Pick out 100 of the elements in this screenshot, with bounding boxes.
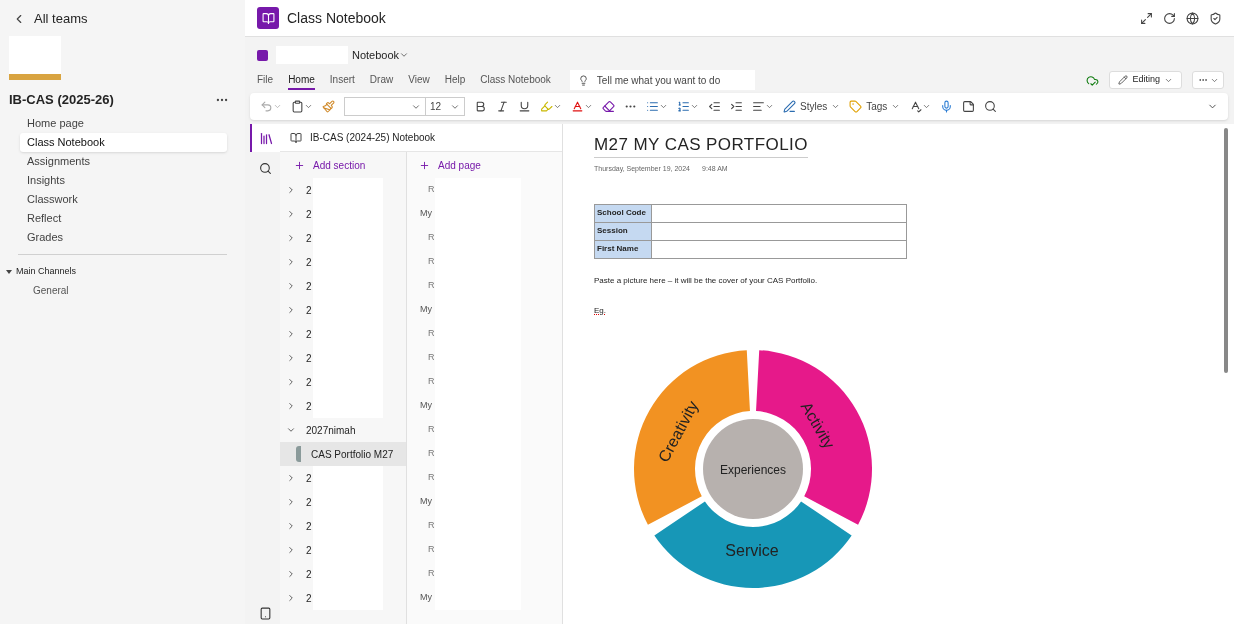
page-item[interactable]: R	[407, 250, 435, 274]
segment-label: Service	[725, 542, 779, 559]
page-item[interactable]: R	[407, 226, 435, 250]
section-item[interactable]: 2	[280, 370, 313, 394]
table-cell[interactable]	[651, 204, 907, 222]
header-title: Class Notebook	[287, 8, 386, 28]
page-item[interactable]: My	[407, 586, 435, 610]
menu-tab[interactable]: Home	[288, 70, 315, 90]
search-icon[interactable]	[984, 100, 998, 113]
sidebar-item[interactable]: Assignments	[20, 152, 227, 171]
menu-tab[interactable]: Draw	[369, 70, 394, 90]
numbered-list-icon[interactable]	[677, 100, 690, 113]
page-item[interactable]: My	[407, 298, 435, 322]
clear-formatting-icon[interactable]	[602, 100, 615, 113]
menu-tab[interactable]: Help	[444, 70, 466, 90]
tell-me-search-field[interactable]: Tell me what you want to do	[569, 70, 755, 90]
page-item[interactable]: R	[407, 370, 435, 394]
globe-icon[interactable]	[1186, 11, 1199, 25]
chevron-right-icon	[286, 401, 296, 411]
section-item[interactable]: 2	[280, 274, 313, 298]
section-item[interactable]: 2	[280, 346, 313, 370]
italic-icon[interactable]	[496, 100, 509, 113]
team-logo-placeholder	[9, 36, 61, 80]
page-item[interactable]: R	[407, 322, 435, 346]
sidebar-item[interactable]: Grades	[20, 228, 227, 247]
bullet-list-icon[interactable]	[646, 100, 659, 113]
sticky-note-icon[interactable]	[962, 100, 976, 113]
menu-tab[interactable]: File	[257, 70, 274, 90]
sidebar-item[interactable]: Classwork	[20, 190, 227, 209]
sidebar-item[interactable]: Reflect	[20, 209, 227, 228]
page-item[interactable]: R	[407, 418, 435, 442]
notebooks-tab[interactable]	[250, 124, 280, 152]
chevron-right-icon	[286, 377, 296, 387]
expand-icon[interactable]	[1140, 11, 1153, 25]
page-item[interactable]: R	[407, 346, 435, 370]
font-size-dropdown[interactable]: 12	[425, 97, 465, 116]
page-item[interactable]: R	[407, 514, 435, 538]
menu-tab[interactable]: Class Notebook	[480, 70, 551, 90]
page-item[interactable]: R	[407, 274, 435, 298]
plus-icon	[294, 159, 305, 171]
font-color-icon[interactable]	[571, 100, 584, 113]
page-item[interactable]: R	[407, 538, 435, 562]
section-item[interactable]: 2	[280, 226, 313, 250]
add-section-button[interactable]: Add section	[280, 152, 406, 178]
tags-button[interactable]: Tags	[849, 99, 901, 114]
decrease-indent-icon[interactable]	[708, 100, 721, 113]
menu-tab[interactable]: Insert	[329, 70, 355, 90]
underline-icon[interactable]	[518, 100, 531, 113]
table-cell[interactable]	[651, 240, 907, 258]
section-item[interactable]: 2	[280, 178, 313, 202]
page-item[interactable]: R	[407, 442, 435, 466]
page-item[interactable]: R	[407, 562, 435, 586]
menu-tab[interactable]: View	[408, 70, 430, 90]
paste-icon[interactable]	[291, 100, 304, 113]
section-item[interactable]: 2	[280, 394, 313, 418]
tablet-icon[interactable]	[258, 607, 272, 620]
channel-item[interactable]: General	[0, 282, 245, 298]
format-painter-icon[interactable]	[322, 100, 335, 113]
increase-indent-icon[interactable]	[730, 100, 743, 113]
section-item[interactable]: 2	[280, 514, 313, 538]
channel-group-toggle[interactable]: Main Channels	[0, 265, 77, 279]
caret-icon	[922, 102, 932, 111]
section-item[interactable]: 2	[280, 202, 313, 226]
section-item[interactable]: 2	[280, 298, 313, 322]
library-icon	[258, 130, 274, 146]
sidebar-item[interactable]: Home page	[20, 114, 227, 133]
section-item[interactable]: 2	[280, 490, 313, 514]
page-item[interactable]: My	[407, 202, 435, 226]
add-page-button[interactable]: Add page	[407, 152, 562, 178]
refresh-icon[interactable]	[1163, 11, 1176, 25]
section-item[interactable]: 2027nimah	[280, 418, 357, 442]
section-item[interactable]: 2	[280, 562, 313, 586]
back-link[interactable]: All teams	[0, 0, 245, 30]
chevron-right-icon	[286, 305, 296, 315]
align-icon[interactable]	[752, 100, 765, 113]
more-options-button[interactable]	[1192, 71, 1224, 89]
bold-icon[interactable]	[474, 100, 487, 113]
page-item[interactable]: My	[407, 394, 435, 418]
section-item[interactable]: 2	[280, 538, 313, 562]
sidebar-item[interactable]: Insights	[20, 171, 227, 190]
notebook-name-dropdown[interactable]: Notebook	[352, 46, 410, 64]
cloud-check-icon	[1086, 73, 1100, 87]
section-item[interactable]: 2	[280, 250, 313, 274]
styles-button[interactable]: Styles	[783, 99, 841, 114]
table-cell[interactable]	[651, 222, 907, 240]
page-item[interactable]: My	[407, 490, 435, 514]
sidebar-item[interactable]: Class Notebook	[20, 133, 227, 152]
page-item[interactable]: R	[407, 178, 435, 202]
search-icon[interactable]	[258, 162, 272, 175]
shield-icon[interactable]	[1209, 11, 1222, 25]
page-item[interactable]: R	[407, 466, 435, 490]
section-item[interactable]: 2	[280, 466, 313, 490]
editing-mode-button[interactable]: Editing	[1109, 71, 1182, 89]
section-item[interactable]: 2	[280, 322, 313, 346]
section-page-item[interactable]: CAS Portfolio M27	[280, 442, 406, 466]
spellcheck-icon[interactable]	[909, 100, 923, 113]
microphone-icon[interactable]	[940, 100, 954, 113]
page-title: M27 MY CAS PORTFOLIO	[594, 134, 808, 158]
section-item[interactable]: 2	[280, 586, 313, 610]
caret-icon	[831, 102, 841, 111]
